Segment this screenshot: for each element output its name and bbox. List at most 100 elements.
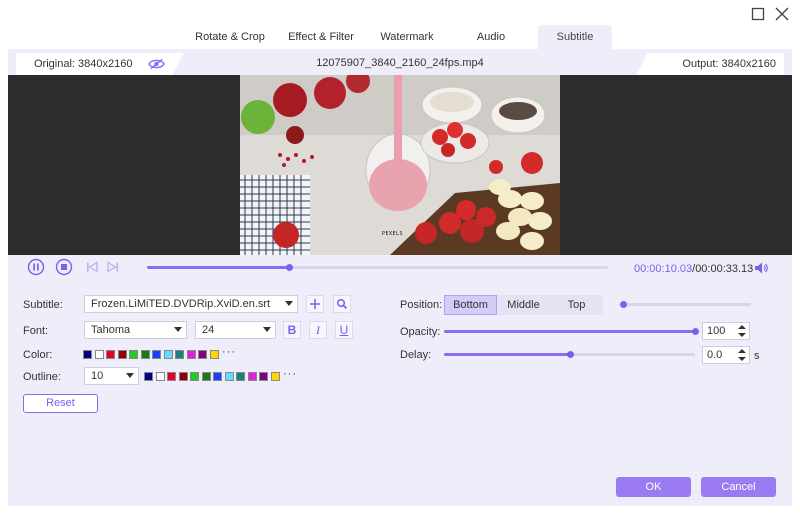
playback-progress[interactable] <box>147 264 608 271</box>
outline-color-swatch[interactable] <box>201 372 211 381</box>
color-swatch[interactable] <box>140 350 150 359</box>
opacity-slider-thumb[interactable] <box>692 328 699 335</box>
color-swatch[interactable] <box>209 350 219 359</box>
outline-color-swatch[interactable] <box>167 372 176 381</box>
cancel-button[interactable]: Cancel <box>701 477 776 497</box>
outline-width-select[interactable]: 10 <box>84 367 139 385</box>
volume-icon[interactable] <box>754 261 768 275</box>
delay-label: Delay: <box>400 349 432 361</box>
color-swatch[interactable] <box>129 350 138 359</box>
delay-value: 0.0 <box>707 349 723 361</box>
color-swatch[interactable] <box>175 350 184 359</box>
position-top-button[interactable]: Top <box>550 295 603 315</box>
delay-unit: s <box>754 350 760 362</box>
font-label: Font: <box>23 325 49 337</box>
color-swatches: ··· <box>83 346 253 360</box>
opacity-value: 100 <box>707 325 726 337</box>
color-swatch[interactable] <box>198 350 207 359</box>
color-swatch[interactable] <box>94 350 104 359</box>
ok-button[interactable]: OK <box>616 477 691 497</box>
delay-slider-thumb[interactable] <box>566 351 574 358</box>
outline-label: Outline: <box>23 371 61 383</box>
search-subtitle-button[interactable] <box>333 295 351 313</box>
font-family-select[interactable]: Tahoma <box>84 321 187 339</box>
position-offset-thumb[interactable] <box>620 301 627 308</box>
subtitle-file-value: Frozen.LiMiTED.DVDRip.XviD.en.srt <box>91 298 271 310</box>
video-watermark-text: PEXELS <box>382 231 404 237</box>
increment-icon[interactable] <box>738 325 746 329</box>
output-resolution: Output: 3840x2160 <box>636 53 784 75</box>
time-display: 00:00:10.03/00:00:33.13 <box>634 262 753 276</box>
bold-button[interactable]: B <box>283 321 301 339</box>
playback-progress-fill <box>147 266 289 269</box>
playback-progress-thumb[interactable] <box>285 264 293 271</box>
color-swatch[interactable] <box>117 350 127 359</box>
chevron-down-icon <box>126 373 134 378</box>
outline-color-swatch[interactable] <box>190 372 199 381</box>
delay-slider[interactable] <box>444 351 695 358</box>
decrement-icon[interactable] <box>738 357 746 361</box>
subtitle-file-select[interactable]: Frozen.LiMiTED.DVDRip.XviD.en.srt <box>84 295 298 313</box>
color-swatch[interactable] <box>186 350 196 359</box>
color-label: Color: <box>23 349 53 361</box>
chevron-down-icon <box>285 301 293 306</box>
preview-info-bar: 12075907_3840_2160_24fps.mp4 Original: 3… <box>8 53 792 75</box>
tab-rotate-crop[interactable]: Rotate & Crop <box>186 25 274 49</box>
chevron-down-icon <box>174 327 182 332</box>
outline-swatches: ··· <box>144 368 314 382</box>
tab-subtitle[interactable]: Subtitle <box>538 25 612 49</box>
tab-effect-filter[interactable]: Effect & Filter <box>280 25 362 49</box>
total-time: 00:00:33.13 <box>695 263 754 275</box>
tab-audio[interactable]: Audio <box>462 25 520 49</box>
stop-button[interactable] <box>55 258 73 276</box>
chevron-down-icon <box>263 327 271 332</box>
subtitle-label: Subtitle: <box>23 299 63 311</box>
increment-icon[interactable] <box>738 349 746 353</box>
opacity-slider[interactable] <box>444 328 699 335</box>
eye-icon[interactable] <box>148 57 165 71</box>
pause-button[interactable] <box>27 258 45 276</box>
delay-slider-fill <box>444 353 570 356</box>
position-label: Position: <box>400 299 443 311</box>
outline-color-swatch[interactable] <box>247 372 257 381</box>
opacity-slider-fill <box>444 330 695 333</box>
next-frame-icon[interactable] <box>104 258 122 276</box>
original-resolution-label: Original: 3840x2160 <box>34 58 133 70</box>
outline-width-value: 10 <box>91 370 104 382</box>
color-swatch[interactable] <box>152 350 161 359</box>
decrement-icon[interactable] <box>738 333 746 337</box>
current-time: 00:00:10.03 <box>634 263 693 275</box>
more-colors-icon[interactable]: ··· <box>283 368 297 380</box>
outline-color-swatch[interactable] <box>270 372 280 381</box>
color-swatch[interactable] <box>163 350 173 359</box>
delay-stepper[interactable]: 0.0 <box>702 346 750 364</box>
position-offset-slider[interactable] <box>620 301 751 308</box>
close-icon[interactable] <box>774 6 790 22</box>
video-frame: PEXELS <box>240 75 560 255</box>
outline-color-swatch[interactable] <box>178 372 188 381</box>
editor-tabs: Rotate & Crop Effect & Filter Watermark … <box>0 25 800 49</box>
opacity-stepper[interactable]: 100 <box>702 322 750 340</box>
outline-color-swatch[interactable] <box>224 372 234 381</box>
maximize-icon[interactable] <box>750 6 766 22</box>
font-size-value: 24 <box>202 324 215 336</box>
underline-button[interactable]: U <box>335 321 353 339</box>
position-middle-button[interactable]: Middle <box>497 295 550 315</box>
outline-color-swatch[interactable] <box>236 372 245 381</box>
more-colors-icon[interactable]: ··· <box>222 346 236 358</box>
font-family-value: Tahoma <box>91 324 131 336</box>
italic-button[interactable]: I <box>309 321 327 339</box>
color-swatch[interactable] <box>83 350 92 359</box>
outline-color-swatch[interactable] <box>155 372 165 381</box>
outline-color-swatch[interactable] <box>144 372 153 381</box>
outline-color-swatch[interactable] <box>213 372 222 381</box>
outline-color-swatch[interactable] <box>259 372 268 381</box>
add-subtitle-button[interactable] <box>306 295 324 313</box>
tab-watermark[interactable]: Watermark <box>372 25 442 49</box>
color-swatch[interactable] <box>106 350 115 359</box>
previous-frame-icon[interactable] <box>83 258 101 276</box>
position-bottom-button[interactable]: Bottom <box>444 295 497 315</box>
reset-button[interactable]: Reset <box>23 394 98 413</box>
font-size-select[interactable]: 24 <box>195 321 276 339</box>
opacity-label: Opacity: <box>400 326 441 338</box>
